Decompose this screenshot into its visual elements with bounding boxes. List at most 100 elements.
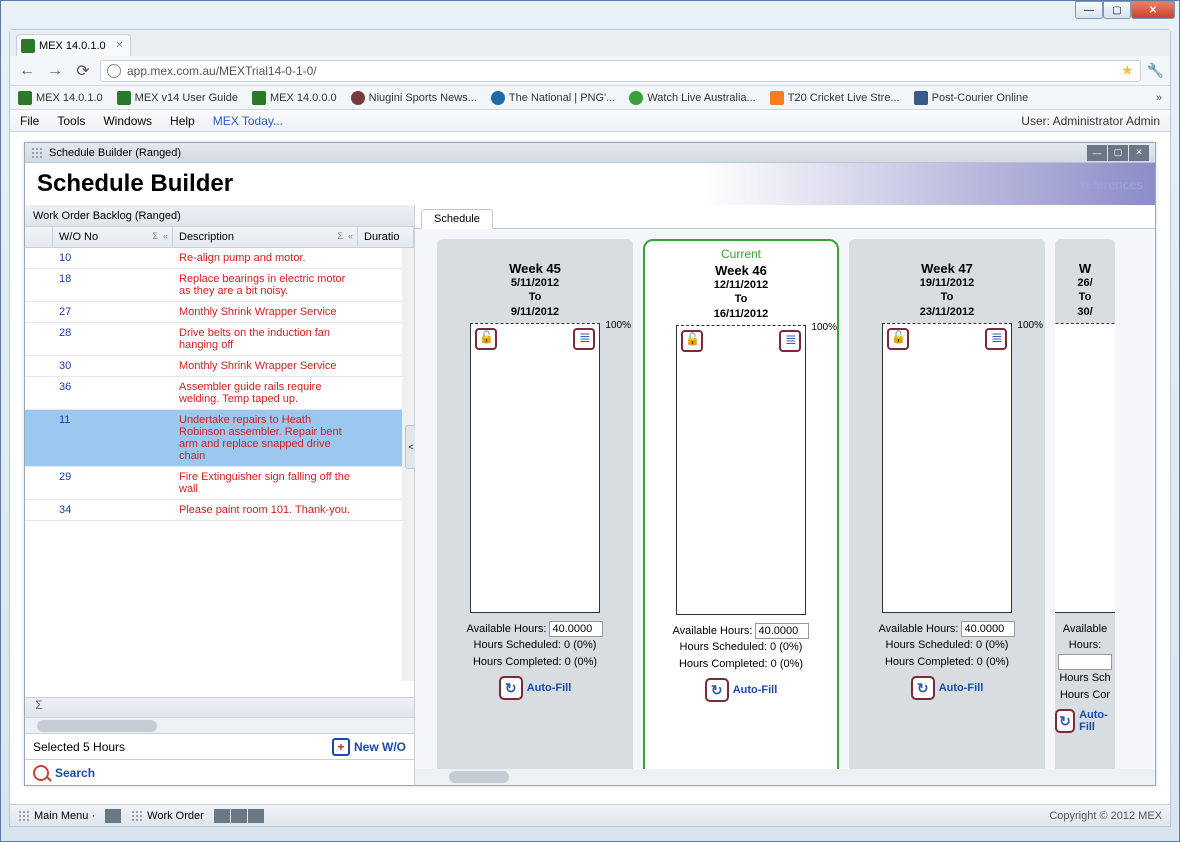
tab-title: MEX 14.0.1.0 (39, 40, 106, 52)
bookmark-favicon (770, 91, 784, 105)
schedule-hscroll[interactable] (415, 769, 1155, 785)
taskbar-icon[interactable] (231, 809, 247, 823)
taskbar-main-menu[interactable]: Main Menu · (18, 810, 95, 822)
week-card[interactable]: CurrentWeek 4612/11/2012To16/11/2012100%… (643, 239, 839, 779)
autofill-icon (705, 678, 729, 702)
wo-description: Replace bearings in electric motor as th… (173, 269, 358, 301)
table-row[interactable]: 34Please paint room 101. Thank-you. (25, 500, 414, 521)
bookmarks-overflow-icon[interactable]: » (1156, 92, 1162, 104)
settings-wrench-icon[interactable]: 🔧 (1147, 62, 1164, 79)
subwin-minimize-button[interactable]: — (1087, 145, 1107, 161)
schedule-canvas: Week 455/11/2012To9/11/2012100%Available… (415, 229, 1155, 785)
taskbar-work-order[interactable]: Work Order (131, 810, 204, 822)
week-card[interactable]: W26/To30/Available Hours: Hours SchHours… (1055, 239, 1115, 779)
col-blank[interactable] (25, 227, 53, 247)
app-taskbar: Main Menu · Work Order Copyright © 2012 … (10, 804, 1170, 826)
document-icon[interactable] (779, 330, 801, 352)
backlog-grid-header: W/O NoΣ« DescriptionΣ« Duratio (25, 227, 414, 248)
bookmark-item[interactable]: T20 Cricket Live Stre... (770, 91, 900, 105)
available-hours-input[interactable] (1058, 654, 1112, 670)
tab-schedule[interactable]: Schedule (421, 209, 493, 229)
taskbar-icon[interactable] (214, 809, 230, 823)
schedule-builder-window: Schedule Builder (Ranged) — ▢ ✕ Schedule… (24, 142, 1156, 786)
autofill-button[interactable]: Auto-Fill (705, 678, 778, 702)
col-wo-no[interactable]: W/O NoΣ« (53, 227, 173, 247)
bookmark-item[interactable]: The National | PNG'... (491, 91, 615, 105)
table-row[interactable]: 18Replace bearings in electric motor as … (25, 269, 414, 302)
menu-windows[interactable]: Windows (103, 114, 152, 128)
table-row[interactable]: 11Undertake repairs to Heath Robinson as… (25, 410, 414, 467)
back-button[interactable]: ← (16, 60, 38, 82)
bookmark-favicon (117, 91, 131, 105)
document-icon[interactable] (985, 328, 1007, 350)
table-row[interactable]: 29Fire Extinguisher sign falling off the… (25, 467, 414, 500)
subwin-maximize-button[interactable]: ▢ (1108, 145, 1128, 161)
window-minimize-button[interactable] (1075, 1, 1103, 19)
unlock-icon[interactable] (887, 328, 909, 350)
unlock-icon[interactable] (475, 328, 497, 350)
wo-number: 10 (53, 248, 173, 268)
table-row[interactable]: 30Monthly Shrink Wrapper Service (25, 356, 414, 377)
week-card[interactable]: Week 4719/11/2012To23/11/2012100%Availab… (849, 239, 1045, 779)
available-hours-input[interactable] (549, 621, 603, 637)
week-title: Week 47 (921, 261, 973, 276)
col-duration[interactable]: Duratio (358, 227, 414, 247)
app-menubar: File Tools Windows Help MEX Today... Use… (10, 110, 1170, 132)
bookmark-item[interactable]: Niugini Sports News... (351, 91, 477, 105)
menu-mex-today[interactable]: MEX Today... (213, 114, 283, 128)
week-stats: Available Hours: Hours Scheduled: 0 (0%)… (467, 621, 604, 671)
bookmark-star-icon[interactable]: ★ (1121, 62, 1134, 79)
browser-tab[interactable]: MEX 14.0.1.0 ✕ (16, 34, 131, 56)
wo-number: 34 (53, 500, 173, 520)
preferences-link[interactable]: Preferences (1073, 177, 1143, 192)
bookmark-favicon (252, 91, 266, 105)
backlog-grid-body[interactable]: 10Re-align pump and motor.18Replace bear… (25, 248, 414, 697)
bookmark-item[interactable]: MEX 14.0.1.0 (18, 91, 103, 105)
week-title: Week 46 (715, 263, 767, 278)
week-capacity-box (1055, 323, 1115, 613)
subwin-close-button[interactable]: ✕ (1129, 145, 1149, 161)
subwindow-titlebar[interactable]: Schedule Builder (Ranged) — ▢ ✕ (25, 143, 1155, 163)
url-input[interactable]: app.mex.com.au/MEXTrial14-0-1-0/ ★ (100, 60, 1141, 82)
new-wo-button[interactable]: + New W/O (332, 738, 406, 756)
autofill-button[interactable]: Auto-Fill (911, 676, 984, 700)
taskbar-restore-icon[interactable] (105, 809, 121, 823)
bookmark-item[interactable]: Post-Courier Online (914, 91, 1029, 105)
table-row[interactable]: 10Re-align pump and motor. (25, 248, 414, 269)
percent-label: 100% (1017, 320, 1043, 331)
unlock-icon[interactable] (681, 330, 703, 352)
window-maximize-button[interactable] (1103, 1, 1131, 19)
week-card[interactable]: Week 455/11/2012To9/11/2012100%Available… (437, 239, 633, 779)
tab-close-icon[interactable]: ✕ (115, 40, 123, 51)
wo-description: Drive belts on the induction fan hanging… (173, 323, 358, 355)
table-row[interactable]: 28Drive belts on the induction fan hangi… (25, 323, 414, 356)
table-row[interactable]: 27Monthly Shrink Wrapper Service (25, 302, 414, 323)
grip-icon (31, 147, 43, 159)
taskbar-icon[interactable] (248, 809, 264, 823)
forward-button[interactable]: → (44, 60, 66, 82)
autofill-button[interactable]: Auto-Fill (499, 676, 572, 700)
wo-description: Undertake repairs to Heath Robinson asse… (173, 410, 358, 466)
bookmark-item[interactable]: Watch Live Australia... (629, 91, 755, 105)
document-icon[interactable] (573, 328, 595, 350)
window-close-button[interactable] (1131, 1, 1175, 19)
wo-number: 36 (53, 377, 173, 409)
menu-file[interactable]: File (20, 114, 39, 128)
bookmark-item[interactable]: MEX 14.0.0.0 (252, 91, 337, 105)
wo-number: 27 (53, 302, 173, 322)
url-text: app.mex.com.au/MEXTrial14-0-1-0/ (127, 64, 317, 78)
subwindow-title: Schedule Builder (Ranged) (49, 147, 181, 159)
available-hours-input[interactable] (755, 623, 809, 639)
reload-button[interactable]: ⟳ (72, 60, 94, 82)
grip-icon (131, 810, 143, 822)
selected-hours-label: Selected 5 Hours (33, 740, 125, 754)
table-row[interactable]: 36Assembler guide rails require welding.… (25, 377, 414, 410)
autofill-button[interactable]: Auto-Fill (1055, 709, 1115, 733)
menu-tools[interactable]: Tools (57, 114, 85, 128)
col-description[interactable]: DescriptionΣ« (173, 227, 358, 247)
search-button[interactable]: Search (25, 759, 414, 785)
bookmark-item[interactable]: MEX v14 User Guide (117, 91, 238, 105)
menu-help[interactable]: Help (170, 114, 195, 128)
horizontal-scrollbar[interactable] (25, 717, 414, 733)
available-hours-input[interactable] (961, 621, 1015, 637)
